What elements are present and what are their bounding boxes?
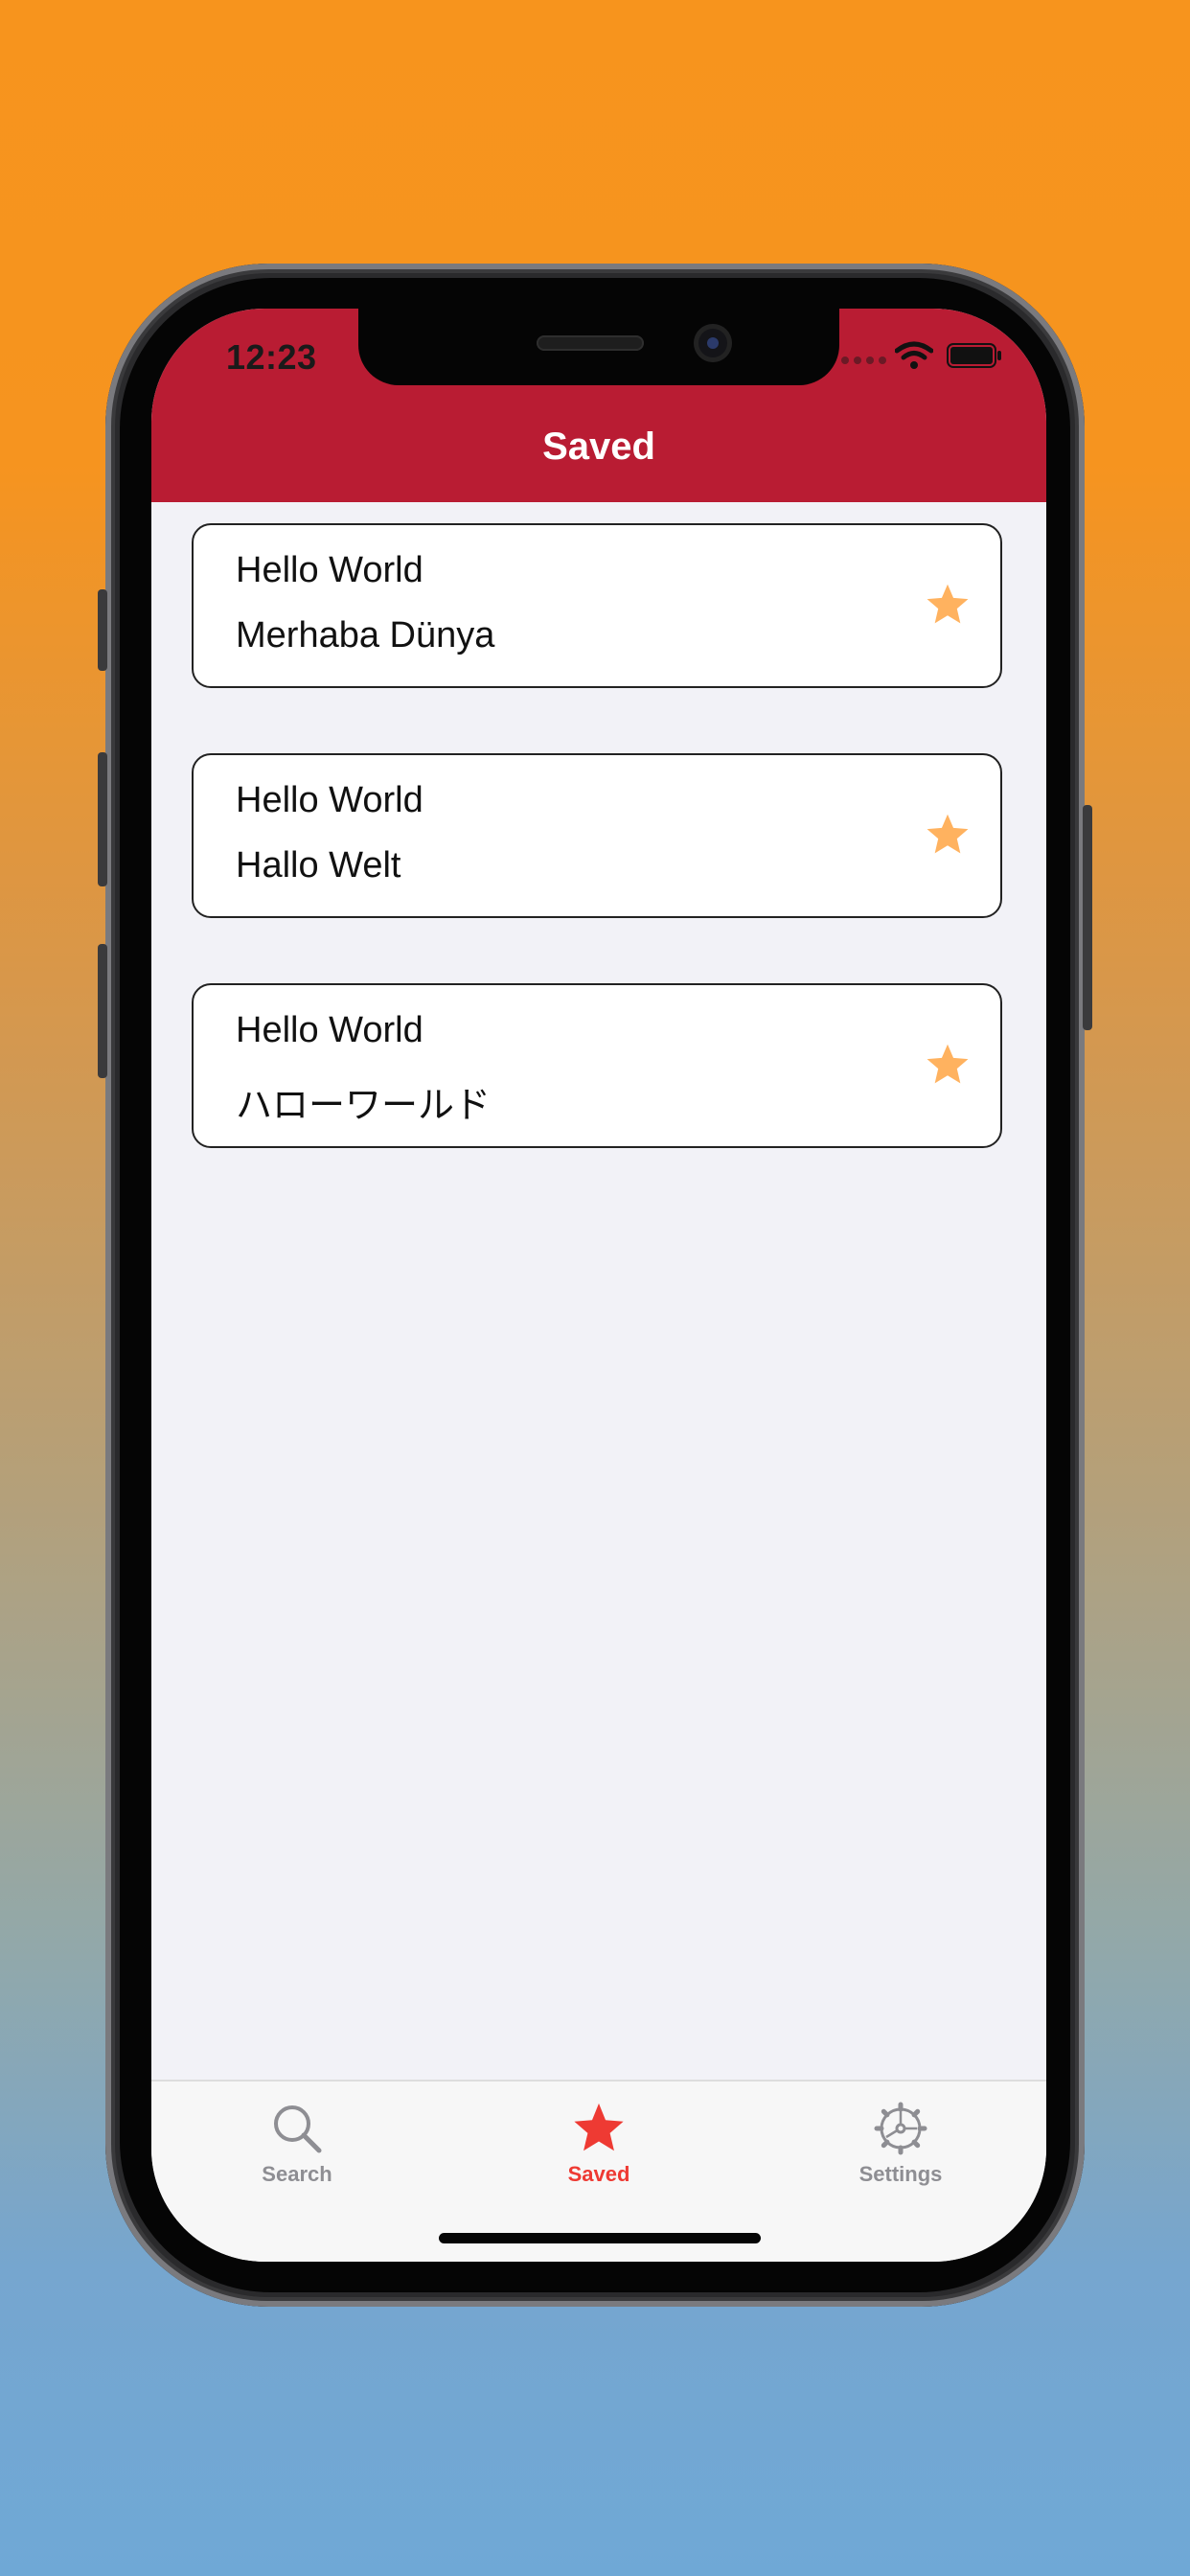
tab-label: Search — [262, 2162, 332, 2186]
source-text: Hello World — [236, 1010, 423, 1050]
side-button — [98, 589, 107, 671]
status-time: 12:23 — [226, 337, 317, 377]
battery-icon — [947, 343, 1001, 368]
tab-label: Settings — [858, 2162, 943, 2186]
speaker-grille — [537, 335, 644, 351]
star-icon[interactable] — [924, 811, 972, 859]
saved-card[interactable]: Hello World Merhaba Dünya — [192, 523, 1002, 688]
tab-label: Saved — [567, 2162, 630, 2186]
translation-text: Hallo Welt — [236, 845, 401, 886]
star-icon[interactable] — [924, 581, 972, 629]
saved-list: Hello World Merhaba Dünya Hello World Ha… — [192, 523, 1006, 1213]
translation-text: ハローワールド — [236, 1086, 492, 1126]
front-camera-icon — [694, 324, 732, 362]
gear-icon — [874, 2102, 927, 2155]
saved-card[interactable]: Hello World Hallo Welt — [192, 753, 1002, 918]
source-text: Hello World — [236, 550, 423, 590]
navigation-header: 12:23 Saved — [151, 309, 1046, 502]
tab-saved[interactable]: Saved — [503, 2101, 695, 2187]
saved-card[interactable]: Hello World ハローワールド — [192, 983, 1002, 1148]
volume-down-button — [98, 944, 107, 1078]
tab-search[interactable]: Search — [201, 2101, 393, 2187]
home-indicator[interactable] — [439, 2233, 761, 2243]
source-text: Hello World — [236, 780, 423, 820]
wifi-icon — [895, 341, 933, 369]
search-icon — [274, 2105, 322, 2153]
app-screen: 12:23 Saved Hello World Merhaba Dünya He… — [151, 309, 1046, 2262]
volume-up-button — [98, 752, 107, 886]
tab-settings[interactable]: Settings — [805, 2101, 996, 2187]
translation-text: Merhaba Dünya — [236, 615, 495, 656]
notch — [358, 309, 839, 385]
star-icon[interactable] — [924, 1041, 972, 1089]
star-icon — [574, 2103, 624, 2151]
page-title: Saved — [542, 426, 655, 468]
power-button — [1083, 805, 1092, 1030]
cellular-signal-icon — [841, 356, 886, 364]
